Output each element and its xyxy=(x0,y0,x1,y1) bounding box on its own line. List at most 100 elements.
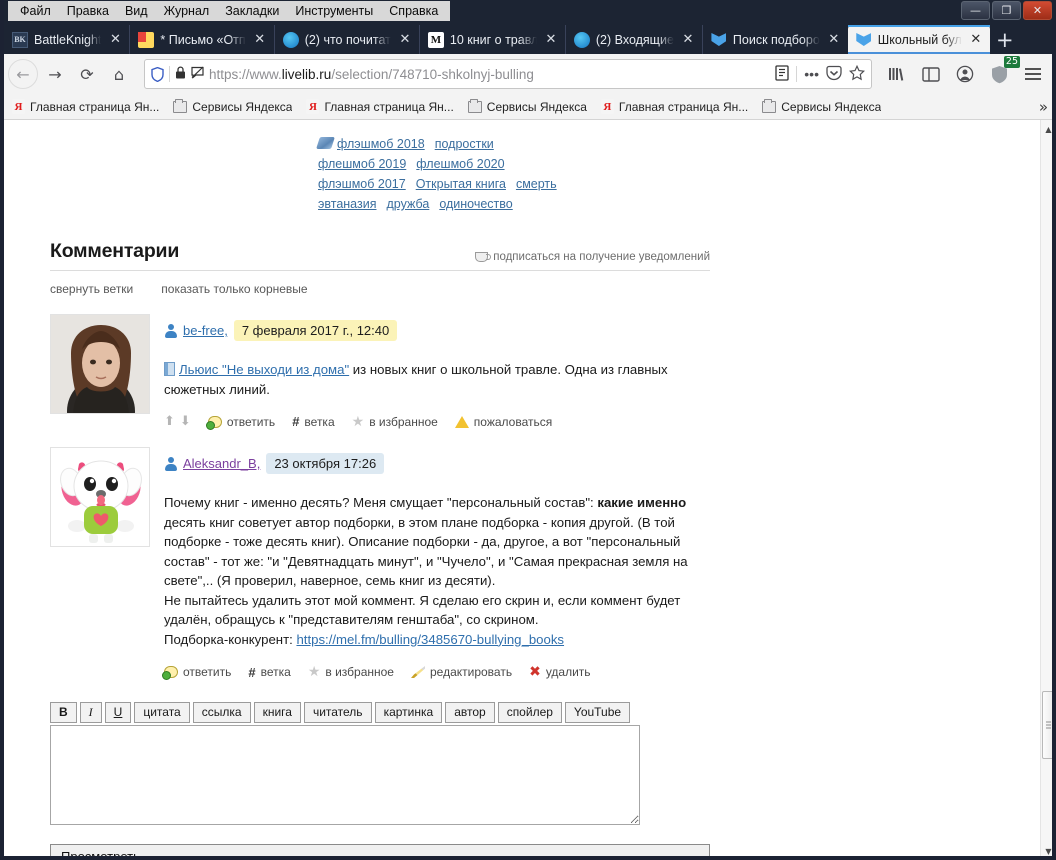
comment-author-link[interactable]: Aleksandr_B, xyxy=(183,456,260,471)
more-dots-icon[interactable]: ••• xyxy=(804,66,819,82)
sidebar-icon[interactable] xyxy=(916,59,946,89)
edit-label: редактировать xyxy=(429,665,513,679)
comment-textarea[interactable] xyxy=(50,725,640,825)
tab-close-icon[interactable]: ✕ xyxy=(397,32,413,48)
tag-link[interactable]: эвтаназия xyxy=(318,197,376,211)
shield-icon[interactable]: 25 xyxy=(984,56,1020,89)
tag-link[interactable]: флэшмоб 2018 xyxy=(337,137,425,151)
reload-button[interactable]: ⟳ xyxy=(72,59,102,89)
youtube-button[interactable]: YouTube xyxy=(564,702,631,723)
pocket-icon[interactable] xyxy=(826,65,842,84)
delete-button[interactable]: ✖ удалить xyxy=(529,664,590,680)
menu-file[interactable]: Файл xyxy=(12,2,59,21)
report-button[interactable]: пожаловаться xyxy=(454,415,552,429)
tab-chto-pochitat[interactable]: (2) что почитат ✕ xyxy=(273,25,419,54)
reply-button[interactable]: ответить xyxy=(205,415,275,430)
new-tab-button[interactable]: + xyxy=(990,25,1020,54)
bookmark-yandex-home-1[interactable]: Я Главная страница Ян... xyxy=(6,97,165,116)
link-button[interactable]: ссылка xyxy=(192,702,251,723)
collapse-threads-link[interactable]: свернуть ветки xyxy=(50,282,133,296)
permissions-icon[interactable] xyxy=(191,66,204,82)
tag-link[interactable]: дружба xyxy=(386,197,429,211)
thread-button[interactable]: # ветка xyxy=(248,665,290,680)
tab-battleknight[interactable]: BK BattleKnight ✕ xyxy=(4,25,129,54)
arrow-up-icon[interactable]: ⬆ xyxy=(164,414,175,429)
tag-link[interactable]: смерть xyxy=(516,177,557,191)
forward-button[interactable]: → xyxy=(40,59,70,89)
reader-view-icon[interactable] xyxy=(775,64,789,84)
minimize-button[interactable]: — xyxy=(961,1,990,20)
edit-button[interactable]: редактировать xyxy=(410,665,513,679)
tag-link[interactable]: одиночество xyxy=(439,197,512,211)
close-window-button[interactable]: ✕ xyxy=(1023,1,1052,20)
tag-link[interactable]: флешмоб 2020 xyxy=(416,157,504,171)
book-link[interactable]: Льюис "Не выходи из дома" xyxy=(179,362,349,377)
menu-tools[interactable]: Инструменты xyxy=(287,2,381,21)
window-frame-left xyxy=(0,0,4,860)
tag-link[interactable]: подростки xyxy=(435,137,494,151)
account-icon[interactable] xyxy=(950,59,980,89)
thread-button[interactable]: # ветка xyxy=(292,414,334,429)
back-button[interactable]: ← xyxy=(8,59,38,89)
livelib-icon xyxy=(711,32,727,48)
favorite-label: в избранное xyxy=(325,665,394,679)
library-icon[interactable] xyxy=(882,59,912,89)
maximize-button[interactable]: ❐ xyxy=(992,1,1021,20)
comment-author-link[interactable]: be-free, xyxy=(183,323,228,338)
vote-buttons[interactable]: ⬆ ⬇ xyxy=(164,414,191,429)
menu-help[interactable]: Справка xyxy=(381,2,446,21)
author-button[interactable]: автор xyxy=(445,702,495,723)
star-icon[interactable] xyxy=(848,64,866,84)
external-link[interactable]: https://mel.fm/bulling/3485670-bullying_… xyxy=(296,632,564,647)
italic-button[interactable]: I xyxy=(79,702,102,723)
tab-close-icon[interactable]: ✕ xyxy=(680,32,696,48)
tab-10-books[interactable]: M 10 книг о травл ✕ xyxy=(418,25,565,54)
favorite-button[interactable]: ★ в избранное xyxy=(308,665,394,679)
subscribe-link[interactable]: подписаться на получение уведомлений xyxy=(475,251,710,263)
divider xyxy=(796,66,798,82)
menu-tools-label: Инструменты xyxy=(295,3,374,18)
bookmark-yandex-home-3[interactable]: Я Главная страница Ян... xyxy=(595,97,754,116)
bold-button[interactable]: B xyxy=(50,702,77,723)
tab-close-icon[interactable]: ✕ xyxy=(543,32,559,48)
tab-inbox[interactable]: (2) Входящие ✕ xyxy=(564,25,702,54)
tab-close-icon[interactable]: ✕ xyxy=(968,32,984,48)
favorite-button[interactable]: ★ в избранное xyxy=(352,415,438,429)
reader-button[interactable]: читатель xyxy=(303,702,372,723)
home-button[interactable]: ⌂ xyxy=(104,59,134,89)
arrow-down-icon[interactable]: ⬇ xyxy=(180,414,191,429)
cartoon-puppy-avatar[interactable] xyxy=(50,447,150,547)
tab-poisk-podborok[interactable]: Поиск подборо ✕ xyxy=(701,25,848,54)
photo-woman-avatar[interactable] xyxy=(50,314,150,414)
tab-mail-letter[interactable]: * Письмо «Отп ✕ xyxy=(129,25,273,54)
image-button[interactable]: картинка xyxy=(374,702,443,723)
bookmark-label: Главная страница Ян... xyxy=(30,99,160,114)
hamburger-menu-icon[interactable] xyxy=(1018,59,1048,89)
bookmark-yandex-home-2[interactable]: Я Главная страница Ян... xyxy=(300,97,459,116)
bookmark-yandex-services-2[interactable]: Сервисы Яндекса xyxy=(462,98,593,116)
lock-icon[interactable] xyxy=(175,66,186,82)
underline-button[interactable]: U xyxy=(104,702,132,723)
bookmarks-overflow-icon[interactable]: » xyxy=(1039,98,1048,116)
address-bar[interactable]: https://www.livelib.ru/selection/748710-… xyxy=(144,59,872,89)
reply-button[interactable]: ответить xyxy=(162,665,231,680)
quote-button[interactable]: цитата xyxy=(134,702,190,723)
menu-history[interactable]: Журнал xyxy=(156,2,218,21)
menu-edit[interactable]: Правка xyxy=(59,2,117,21)
tracking-shield-icon[interactable] xyxy=(151,66,164,82)
spoiler-button[interactable]: спойлер xyxy=(497,702,562,723)
bookmark-yandex-services-1[interactable]: Сервисы Яндекса xyxy=(167,98,298,116)
tab-close-icon[interactable]: ✕ xyxy=(252,32,268,48)
menu-view[interactable]: Вид xyxy=(117,2,156,21)
tag-link[interactable]: Открытая книга xyxy=(416,177,506,191)
menu-bookmarks[interactable]: Закладки xyxy=(217,2,287,21)
tag-link[interactable]: флешмоб 2019 xyxy=(318,157,406,171)
bookmark-yandex-services-3[interactable]: Сервисы Яндекса xyxy=(756,98,887,116)
tab-shkolnyj-bulling[interactable]: Школьный бул ✕ xyxy=(847,25,990,54)
book-button[interactable]: книга xyxy=(253,702,301,723)
comment-item: be-free, 7 февраля 2017 г., 12:40 Льюис … xyxy=(50,314,710,430)
tab-close-icon[interactable]: ✕ xyxy=(826,32,842,48)
tab-close-icon[interactable]: ✕ xyxy=(107,32,123,48)
tag-link[interactable]: флэшмоб 2017 xyxy=(318,177,406,191)
show-root-only-link[interactable]: показать только корневые xyxy=(161,282,307,296)
